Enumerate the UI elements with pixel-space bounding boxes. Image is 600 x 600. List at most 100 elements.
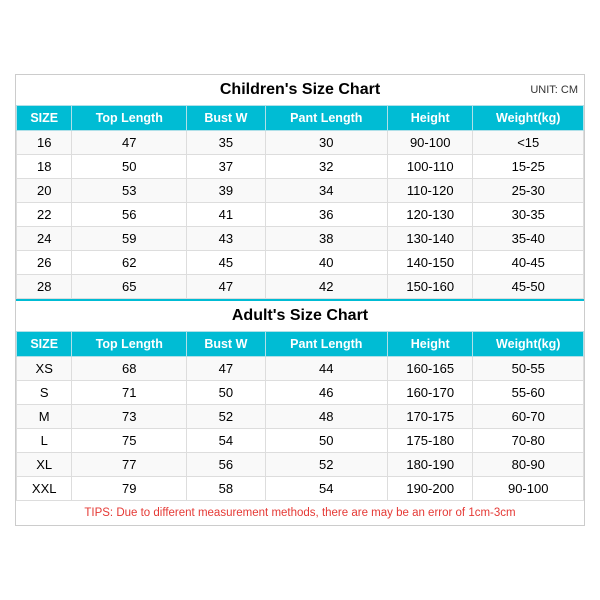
adult-title-text: Adult's Size Chart <box>232 307 368 324</box>
table-cell: 54 <box>187 429 265 453</box>
table-cell: 43 <box>187 227 265 251</box>
table-cell: 130-140 <box>387 227 472 251</box>
adult-col-size: SIZE <box>17 332 72 357</box>
tips-text: TIPS: Due to different measurement metho… <box>16 501 584 525</box>
table-cell: 120-130 <box>387 203 472 227</box>
table-cell: <15 <box>473 131 584 155</box>
table-row: M735248170-17560-70 <box>17 405 584 429</box>
adult-section-title: Adult's Size Chart <box>16 299 584 331</box>
table-cell: 71 <box>72 381 187 405</box>
table-cell: 59 <box>72 227 187 251</box>
table-cell: 24 <box>17 227 72 251</box>
table-row: S715046160-17055-60 <box>17 381 584 405</box>
table-cell: 30-35 <box>473 203 584 227</box>
table-row: XS684744160-16550-55 <box>17 357 584 381</box>
table-cell: 58 <box>187 477 265 501</box>
table-cell: 80-90 <box>473 453 584 477</box>
table-cell: 36 <box>265 203 387 227</box>
table-cell: 50-55 <box>473 357 584 381</box>
table-row: 1647353090-100<15 <box>17 131 584 155</box>
table-cell: 175-180 <box>387 429 472 453</box>
table-cell: 50 <box>265 429 387 453</box>
table-cell: XXL <box>17 477 72 501</box>
table-cell: 79 <box>72 477 187 501</box>
table-cell: 45-50 <box>473 275 584 299</box>
table-cell: 39 <box>187 179 265 203</box>
table-cell: 56 <box>187 453 265 477</box>
table-cell: 53 <box>72 179 187 203</box>
table-cell: 47 <box>187 275 265 299</box>
table-cell: 22 <box>17 203 72 227</box>
table-cell: 40-45 <box>473 251 584 275</box>
table-cell: S <box>17 381 72 405</box>
table-cell: XL <box>17 453 72 477</box>
col-size: SIZE <box>17 106 72 131</box>
table-cell: 47 <box>72 131 187 155</box>
table-cell: 40 <box>265 251 387 275</box>
table-row: 24594338130-14035-40 <box>17 227 584 251</box>
table-cell: 160-170 <box>387 381 472 405</box>
table-cell: 46 <box>265 381 387 405</box>
table-cell: 41 <box>187 203 265 227</box>
table-cell: 100-110 <box>387 155 472 179</box>
table-cell: 56 <box>72 203 187 227</box>
table-cell: 65 <box>72 275 187 299</box>
adult-col-top-length: Top Length <box>72 332 187 357</box>
table-cell: 25-30 <box>473 179 584 203</box>
table-cell: 42 <box>265 275 387 299</box>
table-cell: 34 <box>265 179 387 203</box>
table-cell: 52 <box>187 405 265 429</box>
children-header-row: SIZE Top Length Bust W Pant Length Heigh… <box>17 106 584 131</box>
col-bust-w: Bust W <box>187 106 265 131</box>
table-cell: 55-60 <box>473 381 584 405</box>
adult-header-row: SIZE Top Length Bust W Pant Length Heigh… <box>17 332 584 357</box>
col-top-length: Top Length <box>72 106 187 131</box>
table-cell: 140-150 <box>387 251 472 275</box>
table-cell: 52 <box>265 453 387 477</box>
table-row: 26624540140-15040-45 <box>17 251 584 275</box>
table-cell: 54 <box>265 477 387 501</box>
table-cell: 90-100 <box>387 131 472 155</box>
table-cell: 37 <box>187 155 265 179</box>
adult-col-bust-w: Bust W <box>187 332 265 357</box>
unit-label: UNIT: CM <box>530 84 578 96</box>
table-cell: 32 <box>265 155 387 179</box>
table-cell: 90-100 <box>473 477 584 501</box>
table-cell: 47 <box>187 357 265 381</box>
table-cell: 45 <box>187 251 265 275</box>
adult-col-pant-length: Pant Length <box>265 332 387 357</box>
table-cell: 60-70 <box>473 405 584 429</box>
adult-col-height: Height <box>387 332 472 357</box>
table-row: XL775652180-19080-90 <box>17 453 584 477</box>
table-cell: L <box>17 429 72 453</box>
col-height: Height <box>387 106 472 131</box>
table-cell: 50 <box>187 381 265 405</box>
adult-col-weight: Weight(kg) <box>473 332 584 357</box>
col-pant-length: Pant Length <box>265 106 387 131</box>
table-cell: 35 <box>187 131 265 155</box>
table-cell: 18 <box>17 155 72 179</box>
table-row: 28654742150-16045-50 <box>17 275 584 299</box>
table-cell: 30 <box>265 131 387 155</box>
table-cell: 20 <box>17 179 72 203</box>
table-cell: 44 <box>265 357 387 381</box>
table-cell: 48 <box>265 405 387 429</box>
table-cell: 73 <box>72 405 187 429</box>
table-cell: 77 <box>72 453 187 477</box>
table-cell: 170-175 <box>387 405 472 429</box>
table-row: 20533934110-12025-30 <box>17 179 584 203</box>
table-cell: 62 <box>72 251 187 275</box>
children-section-title: Children's Size Chart UNIT: CM <box>16 75 584 105</box>
table-row: L755450175-18070-80 <box>17 429 584 453</box>
table-cell: 75 <box>72 429 187 453</box>
table-cell: 150-160 <box>387 275 472 299</box>
children-title-text: Children's Size Chart <box>220 81 380 98</box>
table-cell: 68 <box>72 357 187 381</box>
table-cell: 16 <box>17 131 72 155</box>
table-row: 22564136120-13030-35 <box>17 203 584 227</box>
col-weight: Weight(kg) <box>473 106 584 131</box>
table-row: XXL795854190-20090-100 <box>17 477 584 501</box>
table-cell: 180-190 <box>387 453 472 477</box>
table-cell: 160-165 <box>387 357 472 381</box>
children-size-table: SIZE Top Length Bust W Pant Length Heigh… <box>16 105 584 299</box>
